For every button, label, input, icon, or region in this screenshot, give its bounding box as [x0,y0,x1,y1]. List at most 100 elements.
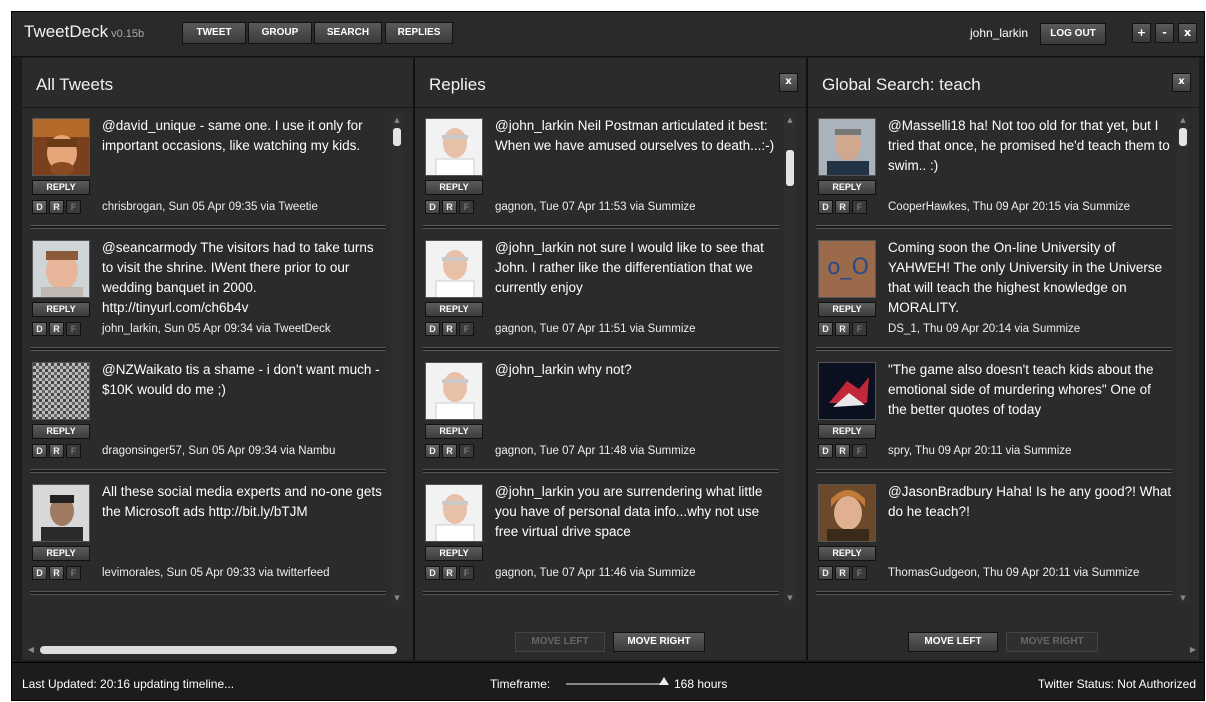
avatar[interactable] [425,484,483,542]
avatar[interactable] [818,484,876,542]
scroll-up-icon[interactable]: ▲ [1177,114,1189,126]
avatar[interactable] [425,118,483,176]
avatar[interactable] [32,240,90,298]
direct-message-button[interactable]: D [818,322,833,336]
avatar[interactable] [32,484,90,542]
direct-message-button[interactable]: D [425,566,440,580]
favorite-button[interactable]: F [66,444,81,458]
tweet-meta[interactable]: spry, Thu 09 Apr 20:11 via Summize [888,445,1071,457]
direct-message-button[interactable]: D [818,444,833,458]
reply-button[interactable]: REPLY [818,546,876,561]
horizontal-scrollbar[interactable]: ◀ ▶ [26,644,1198,656]
group-button[interactable]: GROUP [248,22,312,44]
direct-message-button[interactable]: D [32,200,47,214]
reply-button[interactable]: REPLY [32,302,90,317]
direct-message-button[interactable]: D [425,322,440,336]
logout-button[interactable]: LOG OUT [1040,23,1106,45]
scroll-down-icon[interactable]: ▼ [391,592,403,604]
favorite-button[interactable]: F [459,322,474,336]
reply-button[interactable]: REPLY [425,302,483,317]
timeframe-slider-handle[interactable] [659,677,669,685]
favorite-button[interactable]: F [66,322,81,336]
retweet-button[interactable]: R [835,200,850,214]
tweet-meta[interactable]: CooperHawkes, Thu 09 Apr 20:15 via Summi… [888,201,1130,213]
avatar[interactable] [818,118,876,176]
tweet-meta[interactable]: levimorales, Sun 05 Apr 09:33 via twitte… [102,567,330,579]
favorite-button[interactable]: F [459,444,474,458]
scroll-right-icon[interactable]: ▶ [1188,644,1198,656]
reply-button[interactable]: REPLY [32,424,90,439]
retweet-button[interactable]: R [835,444,850,458]
reply-button[interactable]: REPLY [32,180,90,195]
close-column-button[interactable]: x [779,73,798,92]
retweet-button[interactable]: R [49,322,64,336]
tweet-meta[interactable]: gagnon, Tue 07 Apr 11:48 via Summize [495,445,696,457]
retweet-button[interactable]: R [835,322,850,336]
direct-message-button[interactable]: D [818,200,833,214]
favorite-button[interactable]: F [852,444,867,458]
tweet-meta[interactable]: gagnon, Tue 07 Apr 11:51 via Summize [495,323,696,335]
direct-message-button[interactable]: D [425,444,440,458]
reply-button[interactable]: REPLY [425,180,483,195]
add-column-button[interactable]: + [1132,23,1151,43]
avatar[interactable] [425,240,483,298]
replies-button[interactable]: REPLIES [385,22,453,44]
avatar[interactable] [32,362,90,420]
tweet-meta[interactable]: chrisbrogan, Sun 05 Apr 09:35 via Tweeti… [102,201,318,213]
reply-button[interactable]: REPLY [425,546,483,561]
retweet-button[interactable]: R [49,200,64,214]
direct-message-button[interactable]: D [818,566,833,580]
avatar[interactable] [818,362,876,420]
timeframe-slider[interactable] [566,683,661,685]
tweet-button[interactable]: TWEET [182,22,246,44]
retweet-button[interactable]: R [835,566,850,580]
retweet-button[interactable]: R [442,444,457,458]
close-window-button[interactable]: x [1178,23,1197,43]
retweet-button[interactable]: R [49,444,64,458]
scroll-down-icon[interactable]: ▼ [784,592,796,604]
favorite-button[interactable]: F [459,200,474,214]
retweet-button[interactable]: R [442,200,457,214]
tweet-meta[interactable]: ThomasGudgeon, Thu 09 Apr 20:11 via Summ… [888,567,1139,579]
direct-message-button[interactable]: D [425,200,440,214]
vertical-scrollbar[interactable]: ▲ ▼ [391,114,403,604]
avatar[interactable]: o_O [818,240,876,298]
scroll-thumb[interactable] [40,646,397,654]
direct-message-button[interactable]: D [32,566,47,580]
tweet-meta[interactable]: gagnon, Tue 07 Apr 11:53 via Summize [495,201,696,213]
favorite-button[interactable]: F [852,200,867,214]
direct-message-button[interactable]: D [32,322,47,336]
reply-button[interactable]: REPLY [818,180,876,195]
close-column-button[interactable]: x [1172,73,1191,92]
favorite-button[interactable]: F [852,322,867,336]
avatar[interactable] [425,362,483,420]
scroll-thumb[interactable] [1179,128,1187,146]
scroll-up-icon[interactable]: ▲ [391,114,403,126]
favorite-button[interactable]: F [852,566,867,580]
reply-button[interactable]: REPLY [32,546,90,561]
favorite-button[interactable]: F [66,200,81,214]
retweet-button[interactable]: R [49,566,64,580]
tweet-meta[interactable]: dragonsinger57, Sun 05 Apr 09:34 via Nam… [102,445,335,457]
vertical-scrollbar[interactable]: ▲ ▼ [1177,114,1189,604]
direct-message-button[interactable]: D [32,444,47,458]
minimize-button[interactable]: - [1155,23,1174,43]
avatar[interactable] [32,118,90,176]
tweet-meta[interactable]: DS_1, Thu 09 Apr 20:14 via Summize [888,323,1080,335]
scroll-up-icon[interactable]: ▲ [784,114,796,126]
reply-button[interactable]: REPLY [818,302,876,317]
search-button[interactable]: SEARCH [314,22,382,44]
scroll-down-icon[interactable]: ▼ [1177,592,1189,604]
tweet-meta[interactable]: gagnon, Tue 07 Apr 11:46 via Summize [495,567,696,579]
vertical-scrollbar[interactable]: ▲ ▼ [784,114,796,604]
reply-button[interactable]: REPLY [818,424,876,439]
reply-button[interactable]: REPLY [425,424,483,439]
favorite-button[interactable]: F [66,566,81,580]
favorite-button[interactable]: F [459,566,474,580]
retweet-button[interactable]: R [442,566,457,580]
scroll-left-icon[interactable]: ◀ [26,644,36,656]
scroll-thumb[interactable] [393,128,401,146]
scroll-thumb[interactable] [786,150,794,186]
tweet-meta[interactable]: john_larkin, Sun 05 Apr 09:34 via TweetD… [102,323,331,335]
retweet-button[interactable]: R [442,322,457,336]
